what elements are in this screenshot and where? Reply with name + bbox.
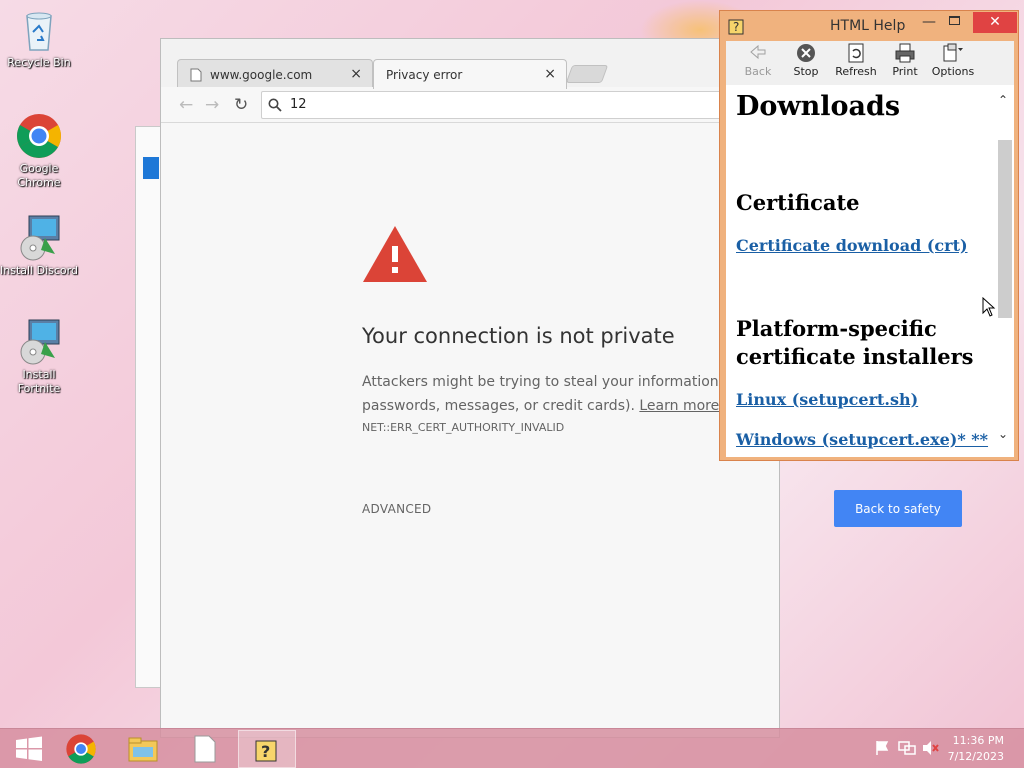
help-back-button[interactable]: Back [734,43,782,78]
clock-date: 7/12/2023 [947,750,1004,763]
help-toolbar: Back Stop Refresh Print Options [726,41,1014,85]
start-icon [16,736,42,761]
tab-google[interactable]: www.google.com × [177,59,373,89]
back-to-safety-button[interactable]: Back to safety [834,490,962,527]
back-arrow-icon[interactable]: ← [179,95,193,115]
heading-platform-line1: Platform-specific [736,316,937,341]
desktop-icon-install-discord[interactable]: Install Discord [0,214,78,278]
error-description-line2: passwords, messages, or credit cards). [362,398,635,414]
heading-downloads: Downloads [736,91,901,122]
printer-icon [881,43,929,63]
options-icon [929,43,977,63]
minimize-button[interactable]: — [922,14,936,30]
tab-privacy-error[interactable]: Privacy error × [373,59,567,89]
tab-close-button[interactable]: × [350,66,362,82]
stop-icon [782,43,830,63]
heading-certificate: Certificate [736,190,860,215]
tab-title: Privacy error [386,67,463,82]
taskbar-document[interactable] [176,730,234,768]
error-description-line1: Attackers might be trying to steal your … [362,374,756,390]
desktop-icon-label: Install Discord [0,264,78,277]
link-linux-installer[interactable]: Linux (setupcert.sh) [736,390,918,409]
help-window-title: HTML Help [830,18,906,34]
start-button[interactable] [0,730,58,768]
chrome-icon [66,734,96,764]
desktop-icon-label: Recycle Bin [7,56,71,69]
desktop-icon-google-chrome[interactable]: Google Chrome [0,112,78,190]
help-stop-label: Stop [793,65,819,78]
file-explorer-icon [128,737,158,762]
search-icon [268,98,282,112]
tab-strip: www.google.com × Privacy error × [161,39,779,89]
taskbar-html-help[interactable]: ? [238,730,296,768]
help-book-icon: ? [728,19,744,35]
help-icon: ? [255,740,277,762]
learn-more-link[interactable]: Learn more [639,398,719,414]
tab-close-button[interactable]: × [544,66,556,82]
installer-icon [15,214,63,262]
help-titlebar[interactable]: ? HTML Help — ✕ [720,11,1018,41]
address-bar[interactable]: 12 [261,91,781,119]
volume-muted-icon[interactable] [922,740,940,756]
clock-time: 11:36 PM [952,734,1004,747]
refresh-icon [832,43,880,63]
installer-icon [15,318,63,366]
advanced-button[interactable]: ADVANCED [362,502,431,516]
flag-icon[interactable] [874,740,890,756]
close-button[interactable]: ✕ [973,12,1017,33]
back-arrow-icon [734,43,782,63]
help-print-button[interactable]: Print [881,43,929,78]
help-stop-button[interactable]: Stop [782,43,830,78]
scroll-down-icon[interactable]: ⌄ [998,427,1008,441]
desktop-icon-label: Install Fortnite [17,368,61,395]
scroll-thumb[interactable] [998,140,1012,318]
desktop-icon-label: Google Chrome [17,162,61,189]
tab-title: www.google.com [210,67,313,82]
taskbar-chrome[interactable] [52,730,110,768]
svg-text:?: ? [733,20,739,34]
help-content-pane: Downloads Certificate Certificate downlo… [726,85,1014,457]
error-page: Your connection is not private Attackers… [161,124,779,737]
browser-toolbar: ← → ↻ 12 [161,87,781,123]
html-help-window: ? HTML Help — ✕ Back Stop Refresh Print … [719,10,1019,461]
background-window-accent [143,157,159,179]
help-back-label: Back [744,65,772,78]
chrome-icon [15,112,63,160]
desktop-icon-install-fortnite[interactable]: Install Fortnite [0,318,78,396]
help-refresh-button[interactable]: Refresh [832,43,880,78]
help-options-button[interactable]: Options [929,43,977,78]
heading-platform-line2: certificate installers [736,344,974,369]
new-tab-button[interactable] [565,65,609,83]
desktop-icon-recycle-bin[interactable]: Recycle Bin [0,6,78,70]
mouse-cursor-icon [982,297,996,317]
taskbar: ? 11:36 PM 7/12/2023 [0,728,1024,768]
taskbar-file-explorer[interactable] [114,730,172,768]
link-certificate-download[interactable]: Certificate download (crt) [736,236,968,255]
help-scrollbar[interactable]: ⌃ ⌄ [994,85,1014,457]
address-value: 12 [290,97,307,112]
recycle-bin-icon [15,6,63,54]
forward-arrow-icon[interactable]: → [205,95,219,115]
help-refresh-label: Refresh [835,65,877,78]
help-print-label: Print [892,65,918,78]
link-windows-installer[interactable]: Windows (setupcert.exe)* ** [736,430,988,449]
svg-text:?: ? [261,742,270,761]
error-title: Your connection is not private [362,324,675,348]
warning-icon [363,226,427,282]
page-icon [190,68,202,81]
error-code: NET::ERR_CERT_AUTHORITY_INVALID [362,421,565,434]
help-options-label: Options [931,65,975,78]
network-icon[interactable] [898,740,916,756]
scroll-up-icon[interactable]: ⌃ [998,93,1008,107]
maximize-button[interactable] [949,16,960,25]
document-icon [194,735,216,763]
reload-icon[interactable]: ↻ [234,95,248,115]
chrome-window: www.google.com × Privacy error × ← → ↻ 1… [160,38,781,738]
system-clock[interactable]: 11:36 PM 7/12/2023 [948,733,1004,765]
